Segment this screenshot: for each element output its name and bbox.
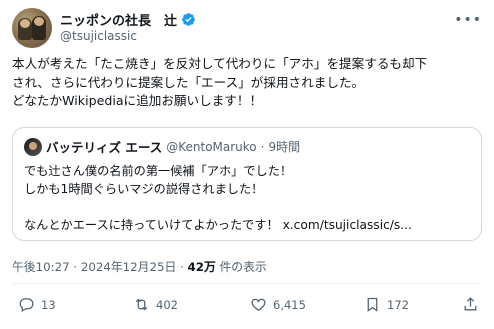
bookmark-icon bbox=[367, 297, 378, 312]
bookmark-button[interactable]: 172 bbox=[364, 296, 409, 313]
retweet-icon bbox=[135, 298, 148, 311]
author-avatar[interactable] bbox=[12, 8, 52, 48]
author-name-row: ニッポンの社長 辻 bbox=[60, 10, 196, 29]
bookmark-count: 172 bbox=[387, 297, 409, 312]
retweet-button[interactable]: 402 bbox=[133, 296, 178, 313]
meta-separator: · bbox=[176, 260, 188, 274]
view-count-label: 件の表示 bbox=[215, 260, 267, 274]
quoted-author-avatar bbox=[24, 137, 42, 156]
tweet-header: ニッポンの社長 辻 @tsujiclassic ••• bbox=[12, 8, 482, 48]
quoted-tweet[interactable]: バッテリィズ エース @KentoMaruko · 9時間 でも辻さん僕の名前の… bbox=[12, 127, 482, 241]
quoted-tweet-text: でも辻さん僕の名前の第一候補「アホ」でした！ しかも1時間ぐらいマジの説得されま… bbox=[24, 164, 412, 232]
quoted-author-name: バッテリィズ エース bbox=[46, 140, 163, 155]
retweet-count: 402 bbox=[156, 297, 178, 312]
reply-icon bbox=[19, 298, 34, 313]
meta-separator: · bbox=[69, 260, 81, 274]
view-count: 42万 bbox=[187, 260, 216, 274]
quoted-tweet-header: バッテリィズ エース @KentoMaruko · 9時間 bbox=[24, 137, 300, 156]
like-count: 6,415 bbox=[273, 297, 306, 312]
like-button[interactable]: 6,415 bbox=[250, 296, 306, 313]
action-bar: 13 402 6,415 172 bbox=[12, 296, 482, 318]
quoted-author-handle: @KentoMaruko bbox=[166, 139, 257, 154]
tweet-text: 本人が考えた「たこ焼き」を反対して代わりに「アホ」を提案するも却下 され、さらに… bbox=[12, 56, 428, 108]
quoted-separator: · bbox=[260, 139, 265, 154]
author-display-name[interactable]: ニッポンの社長 辻 bbox=[60, 10, 177, 29]
divider bbox=[12, 283, 482, 284]
author-handle[interactable]: @tsujiclassic bbox=[60, 29, 137, 43]
more-options-icon[interactable]: ••• bbox=[454, 12, 482, 28]
verified-badge-icon bbox=[182, 13, 195, 26]
post-time[interactable]: 午後10:27 bbox=[12, 260, 70, 274]
reply-button[interactable]: 13 bbox=[18, 296, 56, 313]
reply-count: 13 bbox=[41, 297, 56, 312]
post-date[interactable]: 2024年12月25日 bbox=[81, 260, 176, 274]
quoted-time: 9時間 bbox=[268, 140, 301, 154]
like-icon bbox=[251, 298, 266, 311]
share-button[interactable] bbox=[462, 296, 479, 313]
share-icon bbox=[464, 297, 477, 311]
tweet-meta: 午後10:27 · 2024年12月25日 · 42万 件の表示 bbox=[12, 258, 267, 275]
